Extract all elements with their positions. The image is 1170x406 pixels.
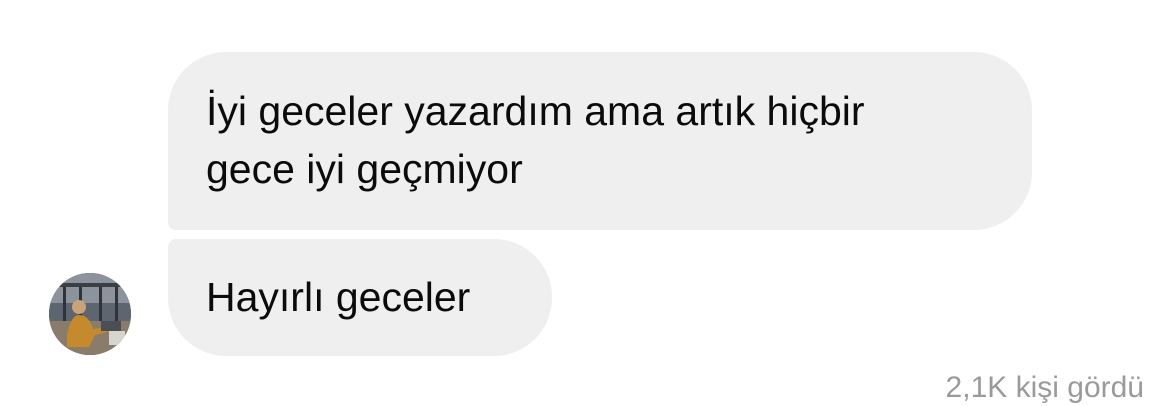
message-2-text: Hayırlı geceler xyxy=(206,274,471,320)
sender-avatar[interactable] xyxy=(49,273,131,355)
message-bubble-2[interactable]: Hayırlı geceler xyxy=(168,239,552,356)
seen-count: 2,1K kişi gördü xyxy=(945,371,1144,404)
message-1-line-2: gece iyi geçmiyor xyxy=(206,146,523,192)
person-photo-icon xyxy=(49,273,131,355)
message-bubble-1[interactable]: İyi geceler yazardım ama artık hiçbir ge… xyxy=(168,52,1032,230)
message-1-line-1: İyi geceler yazardım ama artık hiçbir xyxy=(206,88,865,134)
